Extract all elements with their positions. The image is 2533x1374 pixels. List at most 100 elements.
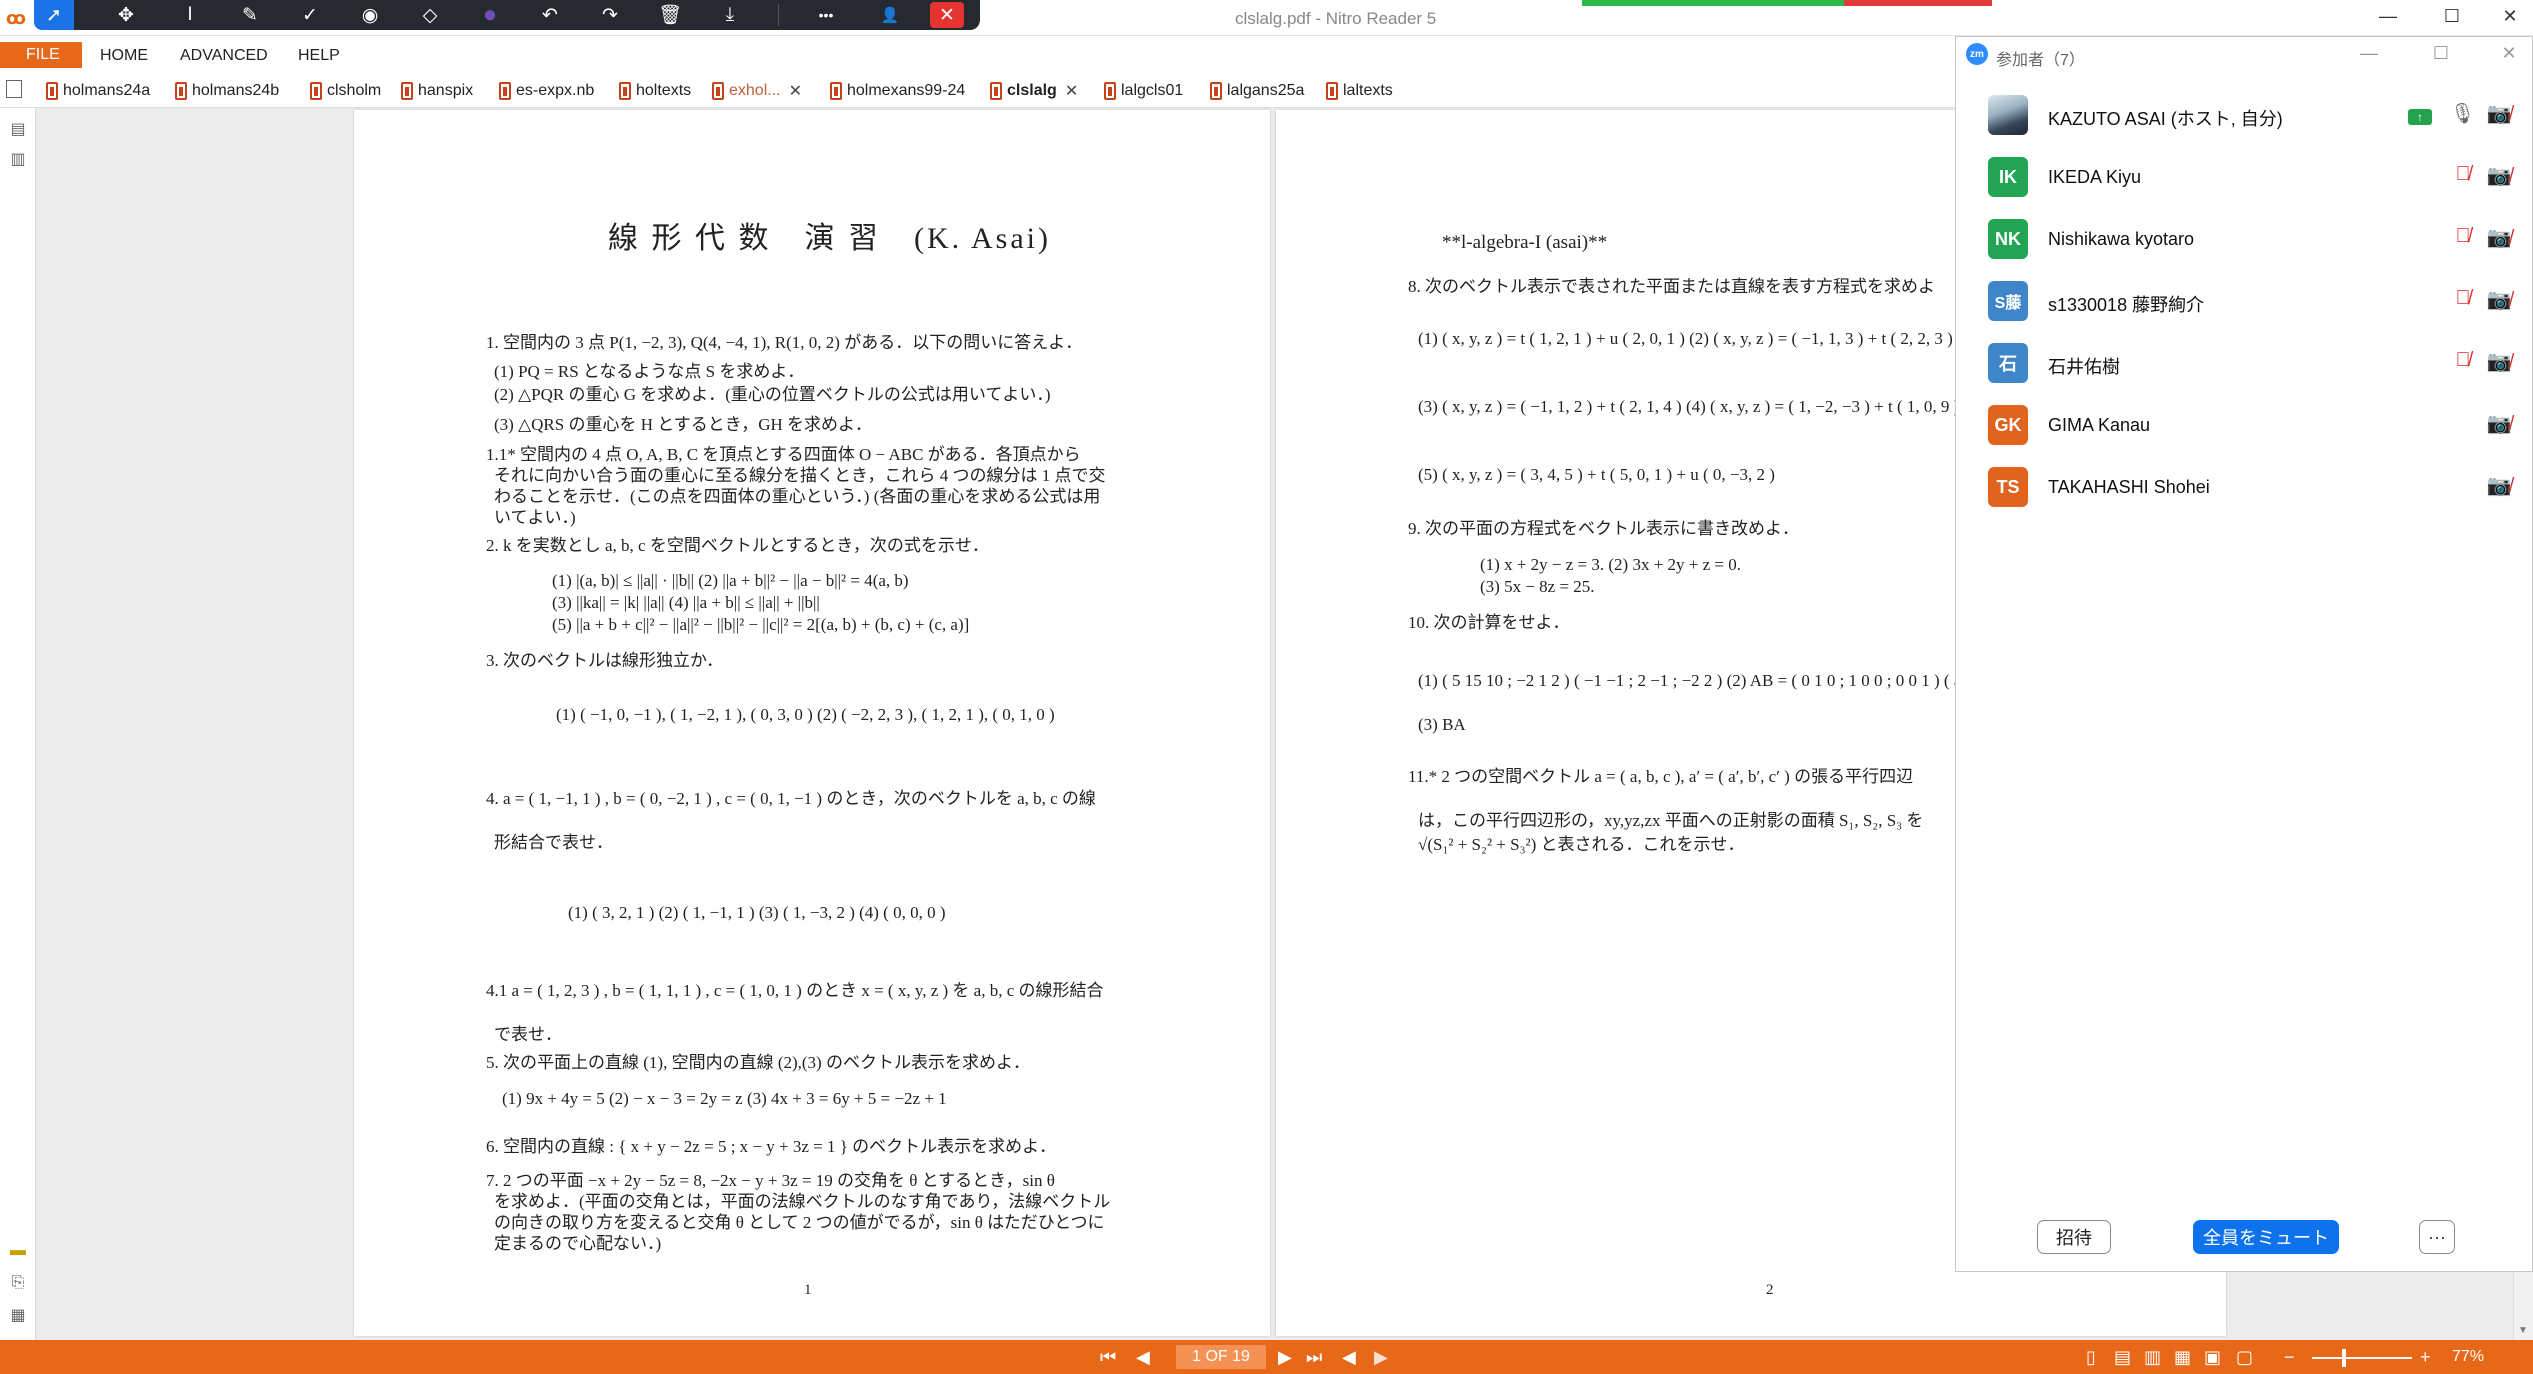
first-page-icon[interactable]: ⏮ (1100, 1346, 1116, 1368)
tab-es-expx[interactable]: es-expx.nb (499, 78, 594, 104)
new-document-icon[interactable] (6, 80, 22, 98)
fit-width-icon[interactable]: ▣ (2204, 1346, 2221, 1368)
zoom-slider-thumb[interactable] (2342, 1349, 2346, 1367)
panel-close-button[interactable]: ✕ (2494, 43, 2524, 64)
scroll-down-icon[interactable]: ▼ (2518, 1325, 2528, 1336)
tab-holmans24b[interactable]: holmans24b (175, 78, 279, 104)
tab-close-icon[interactable]: ✕ (789, 81, 802, 101)
tab-holmexans99-24[interactable]: holmexans99-24 (830, 78, 965, 104)
trash-icon[interactable]: 🗑 (650, 0, 690, 30)
video-off-icon[interactable]: 📷̸ (2486, 473, 2512, 499)
video-off-icon[interactable]: 📷̸ (2486, 163, 2512, 189)
text-line: 10. 次の計算をせよ． (1408, 613, 1570, 632)
tab-exhol[interactable]: exhol... ✕ (712, 78, 802, 104)
window-close-button[interactable]: ✕ (2490, 6, 2530, 27)
single-page-view-icon[interactable]: ▯ (2086, 1346, 2096, 1368)
tab-holtexts[interactable]: holtexts (619, 78, 691, 104)
participant-name: TAKAHASHI Shohei (2048, 477, 2210, 497)
video-off-icon[interactable]: 📷̸ (2486, 287, 2512, 313)
tab-hanspix[interactable]: hanspix (401, 78, 473, 104)
participant-row[interactable]: 石 石井佑樹 🎙̸ 📷̸ (1956, 331, 2532, 393)
video-off-icon[interactable]: 📷̸ (2486, 349, 2512, 375)
participants-title: 参加者（7） (1996, 52, 2085, 69)
more-icon[interactable]: ••• (806, 0, 846, 30)
page-indicator[interactable]: 1 OF 19 (1176, 1345, 1266, 1369)
tab-clslalg[interactable]: clslalg ✕ (990, 78, 1078, 104)
participant-row[interactable]: GK GIMA Kanau 📷̸ (1956, 393, 2532, 455)
window-title: clslalg.pdf - Nitro Reader 5 (1235, 9, 1437, 28)
microphone-muted-icon[interactable]: 🎙̸ (2450, 163, 2476, 189)
previous-page-icon[interactable]: ◀ (1136, 1346, 1150, 1368)
video-off-icon[interactable]: 📷̸ (2486, 225, 2512, 251)
menu-home[interactable]: HOME (100, 47, 148, 65)
spotlight-icon[interactable]: ◉ (350, 0, 390, 30)
tab-close-icon[interactable]: ✕ (1065, 81, 1078, 101)
mute-all-button[interactable]: 全員をミュート (2193, 1220, 2339, 1254)
zoom-in-icon[interactable]: + (2420, 1346, 2431, 1368)
maximize-button[interactable]: ☐ (2432, 6, 2472, 27)
menu-advanced[interactable]: ADVANCED (180, 47, 268, 65)
microphone-muted-icon[interactable]: 🎙̸ (2450, 349, 2476, 375)
attachments-panel-icon[interactable]: ⎘ (8, 1272, 28, 1294)
microphone-muted-icon[interactable]: 🎙̸ (2450, 225, 2476, 251)
participant-row[interactable]: S藤 s1330018 藤野絢介 🎙̸ 📷̸ (1956, 269, 2532, 331)
menu-file[interactable]: FILE (0, 42, 82, 68)
participant-row[interactable]: IK IKEDA Kiyu 🎙̸ 📷̸ (1956, 145, 2532, 207)
facing-view-icon[interactable]: ▥ (2144, 1346, 2161, 1368)
desktop: { "window": { "title": "clslalg.pdf - Ni… (0, 0, 2533, 1374)
pages-panel-icon[interactable]: ▤ (8, 118, 28, 140)
output-panel-icon[interactable]: ▦ (8, 1304, 28, 1326)
tab-lalgans25a[interactable]: lalgans25a (1210, 78, 1304, 104)
tab-clsholm[interactable]: clsholm (310, 78, 381, 104)
next-page-icon[interactable]: ▶ (1278, 1346, 1292, 1368)
eraser-icon[interactable]: ◇ (410, 0, 450, 30)
pen-icon[interactable]: ✎ (230, 0, 270, 30)
zoom-level[interactable]: 77% (2452, 1346, 2484, 1368)
text-line: (3) ||ka|| = |k| ||a|| (4) ||a + b|| ≤ |… (552, 593, 820, 612)
microphone-muted-icon[interactable]: 🎙̸ (2450, 287, 2476, 313)
text-line: (1) x + 2y − z = 3. (2) 3x + 2y + z = 0. (1480, 555, 1742, 574)
tab-lalgcls01[interactable]: lalgcls01 (1104, 78, 1183, 104)
bookmarks-panel-icon[interactable]: ▥ (8, 148, 28, 170)
text-line: わることを示せ．(この点を四面体の重心という．) (各面の重心を求める公式は用 (494, 487, 1101, 506)
redo-icon[interactable]: ↷ (590, 0, 630, 30)
microphone-icon[interactable]: 🎙 (2450, 101, 2475, 127)
panel-maximize-button[interactable]: ☐ (2426, 43, 2456, 64)
text-line: (1) 9x + 4y = 5 (2) − x − 3 = 2y = z (3)… (502, 1089, 947, 1108)
more-options-button[interactable]: ··· (2419, 1220, 2455, 1254)
zoom-out-icon[interactable]: − (2284, 1346, 2295, 1368)
last-page-icon[interactable]: ⏭ (1306, 1346, 1322, 1368)
participant-row[interactable]: NK Nishikawa kyotaro 🎙̸ 📷̸ (1956, 207, 2532, 269)
participant-row[interactable]: KAZUTO ASAI (ホスト, 自分) ↑ 🎙 📷̸ (1956, 83, 2532, 145)
share-person-icon[interactable]: 👤 (870, 0, 910, 30)
back-view-icon[interactable]: ◀ (1342, 1346, 1356, 1368)
video-off-icon[interactable]: 📷̸ (2486, 411, 2512, 437)
forward-view-icon[interactable]: ▶ (1374, 1346, 1388, 1368)
text-line: (5) ||a + b + c||² − ||a||² − ||b||² − |… (552, 615, 970, 634)
text-cursor-icon[interactable]: I (170, 0, 210, 30)
continuous-view-icon[interactable]: ▤ (2114, 1346, 2131, 1368)
tab-holmans24a[interactable]: holmans24a (46, 78, 150, 104)
zoom-slider-track[interactable] (2312, 1357, 2412, 1359)
pdf-icon (499, 82, 511, 100)
participant-row[interactable]: TS TAKAHASHI Shohei 📷̸ (1956, 455, 2532, 517)
facing-continuous-view-icon[interactable]: ▦ (2174, 1346, 2191, 1368)
move-icon[interactable]: ✥ (106, 0, 146, 30)
tab-label: laltexts (1343, 82, 1393, 99)
pointer-icon[interactable]: ➚ (34, 0, 74, 30)
panel-minimize-button[interactable]: — (2354, 43, 2384, 64)
close-icon[interactable]: ✕ (930, 2, 964, 28)
fit-page-icon[interactable]: ▢ (2236, 1346, 2253, 1368)
video-off-icon[interactable]: 📷̸ (2486, 101, 2512, 127)
undo-icon[interactable]: ↶ (530, 0, 570, 30)
download-icon[interactable]: ⤓ (710, 0, 750, 30)
check-icon[interactable]: ✓ (290, 0, 330, 30)
comments-panel-icon[interactable]: ▬ (8, 1240, 28, 1262)
page-header: **l-algebra-I (asai)** (1442, 232, 1608, 253)
pdf-icon (712, 82, 724, 100)
invite-button[interactable]: 招待 (2037, 1220, 2111, 1254)
minimize-button[interactable]: — (2368, 6, 2408, 27)
tab-laltexts[interactable]: laltexts (1326, 78, 1393, 104)
menu-help[interactable]: HELP (298, 47, 340, 65)
color-swatch-icon[interactable]: ● (470, 0, 510, 30)
